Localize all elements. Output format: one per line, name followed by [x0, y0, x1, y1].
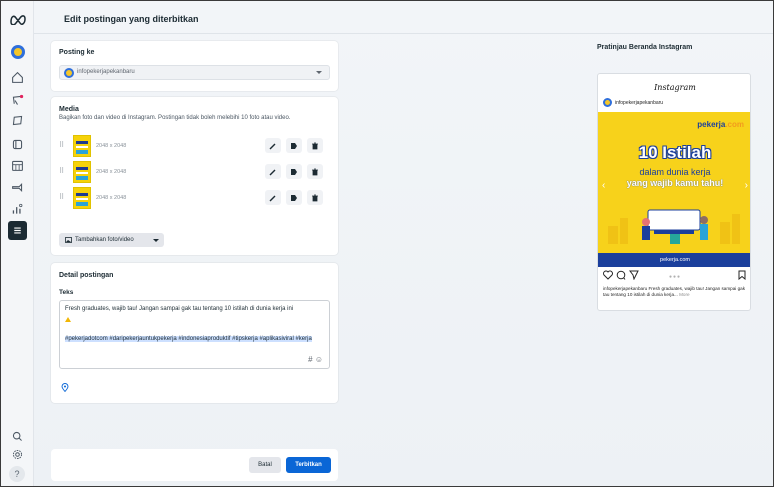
location-pin-icon[interactable]	[61, 383, 69, 392]
drag-handle-icon[interactable]: ⠿	[59, 141, 64, 149]
delete-icon[interactable]	[307, 138, 323, 153]
add-media-button[interactable]: Tambahkan foto/video	[59, 233, 164, 247]
delete-icon[interactable]	[307, 164, 323, 179]
ads-icon[interactable]	[8, 178, 27, 197]
share-icon	[629, 270, 639, 280]
app-frame: ? Edit postingan yang diterbitkan Postin…	[0, 0, 774, 487]
calendar-icon[interactable]	[8, 156, 27, 175]
post-brand: pekerja.com	[697, 120, 744, 129]
media-item[interactable]: ⠿ 2048 x 2048	[59, 161, 330, 183]
caption-textarea[interactable]: Fresh graduates, wajib tau! Jangan sampa…	[59, 300, 330, 369]
caption-tools: # ☺	[308, 355, 323, 364]
media-item[interactable]: ⠿ 2048 x 2048	[59, 135, 330, 157]
publish-button[interactable]: Terbitkan	[286, 457, 331, 473]
account-select[interactable]: infopekerjapekanbaru	[59, 65, 330, 80]
hashtags-text: #pekerjadotcom #daripekerjauntukpekerja …	[65, 336, 312, 342]
media-card: Media Bagikan foto dan video di Instagra…	[51, 97, 338, 255]
photo-icon	[65, 237, 72, 243]
media-thumbnail	[73, 135, 91, 157]
account-avatar	[64, 68, 74, 78]
menu-icon[interactable]	[8, 221, 27, 240]
carousel-next-icon[interactable]: ›	[738, 180, 748, 191]
left-nav-rail: ?	[1, 1, 34, 486]
post-line1: dalam dunia kerja	[639, 167, 711, 177]
content-icon[interactable]	[8, 135, 27, 154]
media-dimensions: 2048 x 2048	[96, 169, 127, 175]
tag-icon[interactable]	[286, 190, 302, 205]
main-content: Edit postingan yang diterbitkan Posting …	[34, 1, 773, 486]
post-line2: yang wajib kamu tahu!	[626, 178, 724, 188]
edit-icon[interactable]	[265, 138, 281, 153]
drag-handle-icon[interactable]: ⠿	[59, 193, 64, 201]
divider	[34, 33, 773, 34]
preview-avatar	[603, 98, 612, 107]
insights-icon[interactable]	[8, 200, 27, 219]
media-item[interactable]: ⠿ 2048 x 2048	[59, 187, 330, 209]
tag-icon[interactable]	[286, 164, 302, 179]
like-icon	[603, 270, 613, 280]
action-footer: Batal Terbitkan	[51, 449, 338, 481]
post-illustration	[608, 209, 740, 244]
meta-logo-icon[interactable]	[8, 9, 27, 28]
instagram-preview: Instagram infopekerjapekanbaru pekerja.c…	[597, 73, 751, 311]
warning-emoji-icon	[65, 317, 71, 322]
carousel-dots: ●●●	[669, 274, 682, 280]
search-icon[interactable]	[8, 427, 27, 446]
cancel-button[interactable]: Batal	[249, 457, 281, 473]
add-media-label: Tambahkan foto/video	[75, 237, 134, 243]
post-image: pekerja.com 10 Istilah dalam dunia kerja…	[598, 112, 750, 267]
hashtag-icon[interactable]: #	[308, 355, 312, 364]
tag-icon[interactable]	[286, 138, 302, 153]
media-dimensions: 2048 x 2048	[96, 143, 127, 149]
preview-title: Pratinjau Beranda Instagram	[597, 44, 693, 51]
emoji-icon[interactable]: ☺	[315, 355, 323, 364]
chevron-down-icon	[316, 71, 322, 74]
account-avatar[interactable]	[8, 42, 27, 61]
chevron-down-icon	[153, 239, 159, 242]
edit-icon[interactable]	[265, 164, 281, 179]
text-label: Teks	[59, 289, 74, 296]
details-title: Detail postingan	[59, 272, 114, 279]
preview-username: infopekerjapekanbaru	[615, 100, 664, 106]
account-name: infopekerjapekanbaru	[77, 69, 135, 75]
preview-caption: infopekerjapekanbaru Fresh graduates, wa…	[603, 286, 745, 297]
home-icon[interactable]	[8, 68, 27, 87]
caption-text: Fresh graduates, wajib tau! Jangan sampa…	[65, 306, 294, 312]
media-thumbnail	[73, 161, 91, 183]
instagram-logo: Instagram	[654, 83, 696, 92]
media-subtitle: Bagikan foto dan video di Instagram. Pos…	[59, 115, 291, 121]
edit-icon[interactable]	[265, 190, 281, 205]
post-footer-bar: pekerja.com	[598, 253, 750, 267]
page-title: Edit postingan yang diterbitkan	[64, 14, 199, 24]
post-details-card: Detail postingan Teks Fresh graduates, w…	[51, 263, 338, 403]
drag-handle-icon[interactable]: ⠿	[59, 167, 64, 175]
preview-actions: ●●●	[603, 270, 747, 282]
delete-icon[interactable]	[307, 190, 323, 205]
bookmark-icon	[738, 270, 746, 280]
media-thumbnail	[73, 187, 91, 209]
posting-ke-title: Posting ke	[59, 49, 95, 56]
help-icon[interactable]: ?	[9, 466, 25, 482]
comment-icon	[616, 270, 626, 280]
notifications-icon[interactable]	[8, 91, 27, 110]
settings-icon[interactable]	[8, 445, 27, 464]
media-title: Media	[59, 106, 79, 113]
media-dimensions: 2048 x 2048	[96, 195, 127, 201]
posts-icon[interactable]	[8, 111, 27, 130]
post-headline: 10 Istilah	[638, 143, 712, 162]
posting-ke-card: Posting ke infopekerjapekanbaru	[51, 41, 338, 91]
carousel-prev-icon[interactable]: ‹	[602, 180, 612, 191]
